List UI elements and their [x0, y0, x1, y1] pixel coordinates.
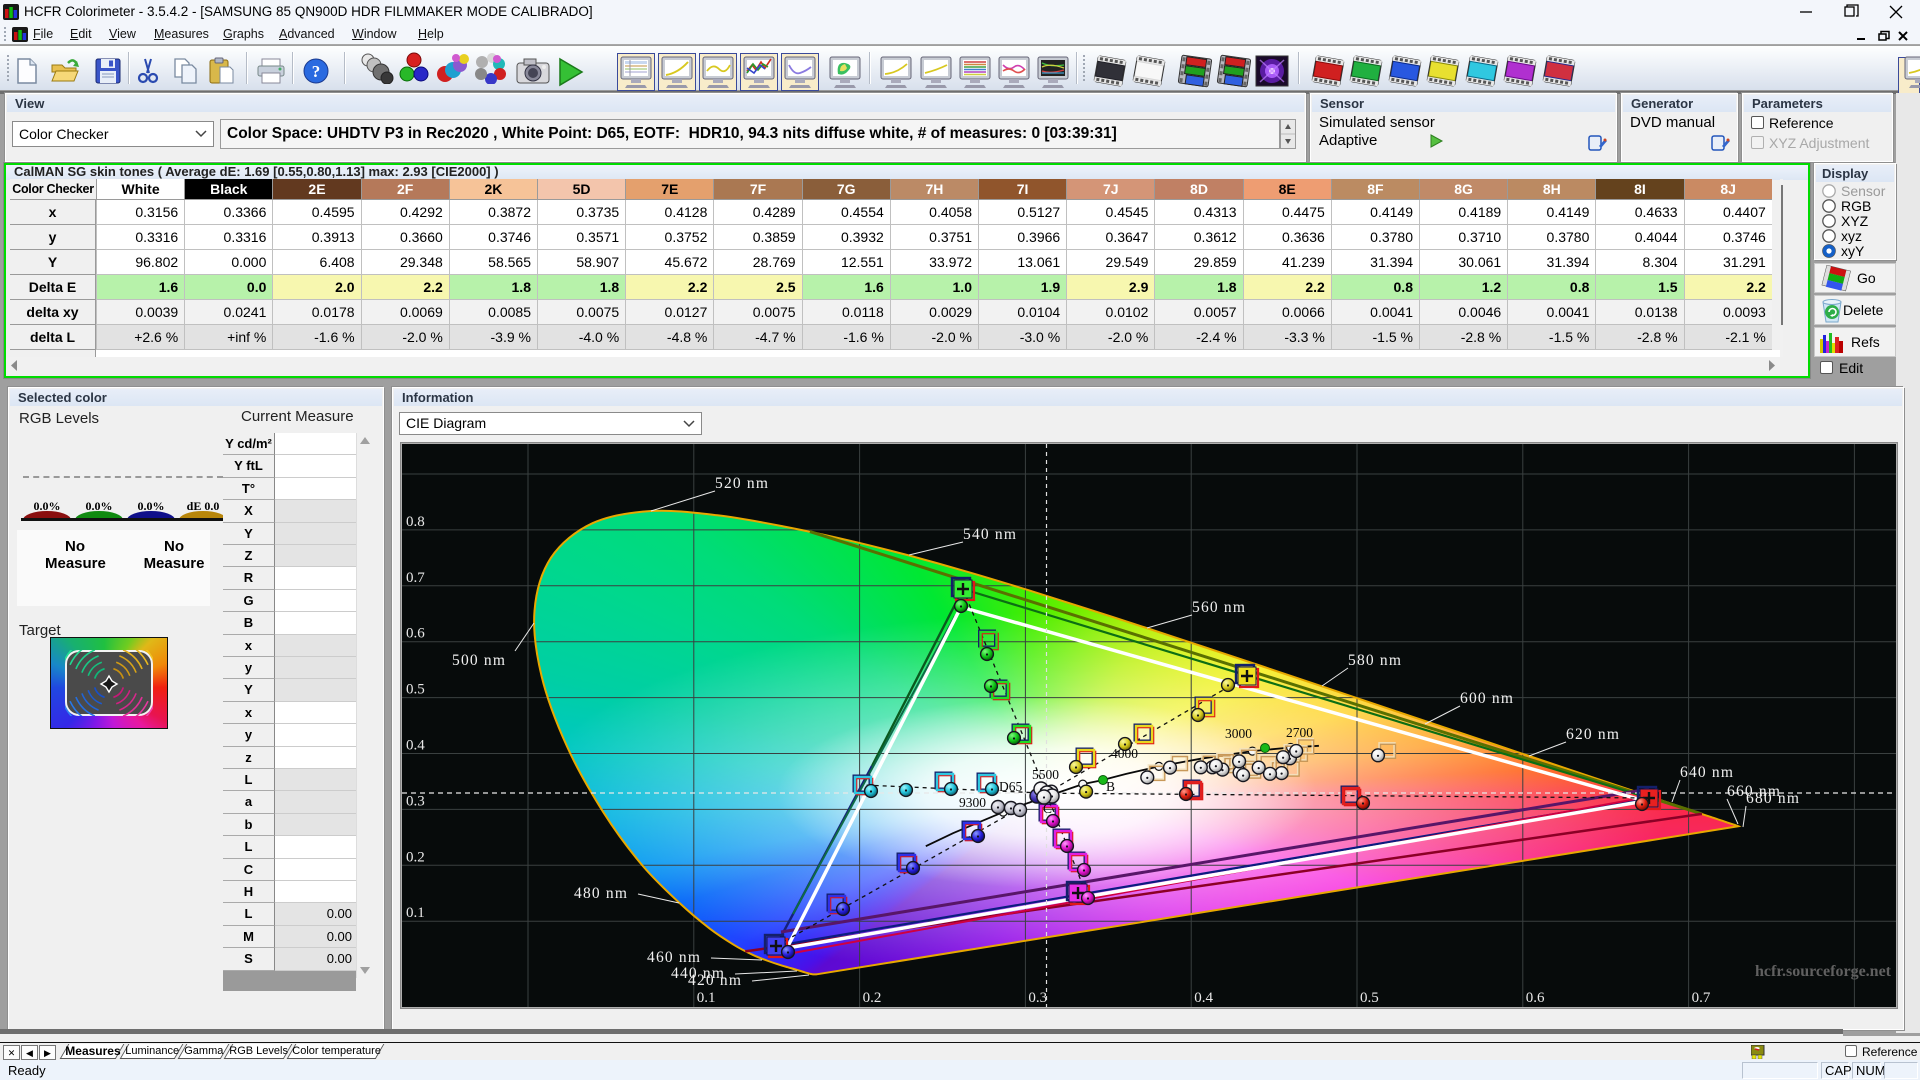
svg-text:540 nm: 540 nm: [963, 526, 1017, 543]
svg-text:0.1: 0.1: [697, 990, 716, 1006]
svg-text:520 nm: 520 nm: [715, 475, 769, 492]
svg-text:420 nm: 420 nm: [688, 972, 742, 989]
svg-text:0.3: 0.3: [1028, 990, 1047, 1006]
svg-text:0.2: 0.2: [863, 990, 882, 1006]
svg-text:0.4: 0.4: [1194, 990, 1213, 1006]
svg-text:560 nm: 560 nm: [1192, 599, 1246, 616]
svg-text:0.7: 0.7: [1692, 990, 1711, 1006]
svg-text:B: B: [1106, 779, 1115, 794]
svg-text:0.4: 0.4: [406, 738, 425, 754]
svg-text:580 nm: 580 nm: [1348, 652, 1402, 669]
svg-text:3000: 3000: [1225, 726, 1252, 741]
svg-text:0.7: 0.7: [406, 570, 425, 586]
svg-text:C: C: [1043, 801, 1052, 816]
svg-text:9300: 9300: [959, 795, 986, 810]
svg-text:0.8: 0.8: [406, 514, 425, 530]
svg-text:2700: 2700: [1286, 725, 1313, 740]
svg-text:hcfr.sourceforge.net: hcfr.sourceforge.net: [1755, 963, 1892, 980]
svg-text:D65: D65: [999, 779, 1022, 794]
svg-text:0.3: 0.3: [406, 793, 425, 809]
svg-text:480 nm: 480 nm: [574, 885, 628, 902]
svg-text:600 nm: 600 nm: [1460, 690, 1514, 707]
svg-text:0.5: 0.5: [406, 682, 425, 698]
svg-text:0.6: 0.6: [406, 626, 425, 642]
svg-text:0.6: 0.6: [1526, 990, 1545, 1006]
svg-text:0.1: 0.1: [406, 905, 425, 921]
svg-text:0.2: 0.2: [406, 849, 425, 865]
svg-text:5500: 5500: [1032, 767, 1059, 782]
svg-text:?: ?: [312, 62, 321, 81]
svg-text:500 nm: 500 nm: [452, 652, 506, 669]
svg-text:460 nm: 460 nm: [647, 949, 701, 966]
svg-text:620 nm: 620 nm: [1566, 726, 1620, 743]
svg-text:680 nm: 680 nm: [1746, 790, 1800, 807]
svg-text:4000: 4000: [1111, 746, 1138, 761]
svg-text:0.5: 0.5: [1360, 990, 1379, 1006]
svg-text:640 nm: 640 nm: [1680, 764, 1734, 781]
